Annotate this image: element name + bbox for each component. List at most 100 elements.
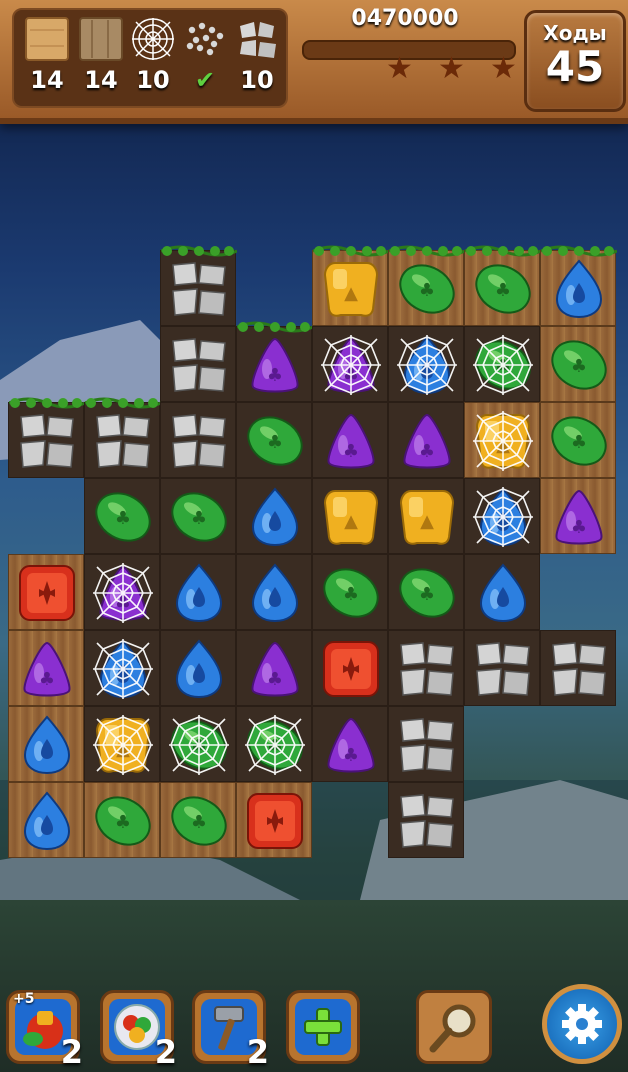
board-cell[interactable]: ▲ — [312, 245, 389, 326]
board-cell[interactable]: ♣ — [160, 706, 236, 782]
svg-text:♣: ♣ — [571, 356, 587, 377]
svg-text:▲: ▲ — [344, 283, 358, 304]
board-cell[interactable] — [84, 397, 161, 478]
board-cell[interactable] — [464, 630, 540, 706]
green-gem-icon: ♣ — [171, 492, 227, 542]
board-cell[interactable]: ♣ — [312, 326, 388, 402]
yellow-gem-icon: ▲ — [399, 490, 455, 545]
svg-text:♣: ♣ — [343, 584, 359, 605]
board-cell[interactable]: ♣ — [84, 554, 160, 630]
blue-gem-icon — [175, 639, 223, 699]
board-cell[interactable]: ♣ — [540, 478, 616, 554]
purple-gem-icon: ♣ — [327, 717, 375, 773]
board-cell[interactable] — [160, 402, 236, 478]
hint-button[interactable] — [416, 990, 492, 1064]
board-cell[interactable] — [464, 554, 540, 630]
board-cell[interactable]: ♣ — [388, 402, 464, 478]
board-cell[interactable]: ♣ — [312, 706, 388, 782]
stone-icon — [20, 414, 74, 468]
purple-gem-icon: ♣ — [251, 337, 299, 393]
board-cell[interactable]: ♣ — [388, 245, 465, 326]
settings-button[interactable] — [542, 984, 622, 1064]
blue-gem-icon — [23, 715, 71, 775]
svg-text:♣: ♣ — [571, 432, 587, 453]
svg-text:♣: ♣ — [495, 280, 511, 301]
booster-color-ball[interactable]: 2 — [100, 990, 177, 1071]
board-cell[interactable] — [236, 554, 312, 630]
board-cell[interactable]: ▲ — [84, 706, 160, 782]
board-cell[interactable] — [160, 630, 236, 706]
board-cell[interactable] — [8, 706, 84, 782]
stone-icon — [172, 338, 226, 392]
board-cell[interactable]: ♣ — [464, 245, 541, 326]
board-cell[interactable]: ♣ — [160, 478, 236, 554]
blue-gem-icon — [23, 791, 71, 851]
board-cell[interactable] — [236, 478, 312, 554]
board-cell[interactable] — [8, 782, 84, 858]
board-cell[interactable] — [388, 782, 464, 858]
board-cell[interactable] — [388, 630, 464, 706]
svg-text:♣: ♣ — [191, 508, 207, 529]
stone-icon — [172, 262, 226, 316]
purple-gem-icon: ♣ — [555, 489, 603, 545]
board-cell[interactable] — [160, 245, 237, 326]
board-cell[interactable] — [312, 630, 388, 706]
board-cell[interactable] — [388, 706, 464, 782]
green-gem-icon: ♣ — [247, 416, 303, 466]
booster-count: 2 — [246, 1033, 269, 1071]
purple-gem-icon: ♣ — [251, 641, 299, 697]
purple-gem-icon: ♣ — [23, 641, 71, 697]
board-cell[interactable] — [540, 630, 616, 706]
board-cell[interactable]: ▲ — [312, 478, 388, 554]
board-cell[interactable]: ▲ — [464, 402, 540, 478]
svg-text:▲: ▲ — [420, 511, 434, 532]
board-cell[interactable] — [8, 397, 85, 478]
svg-text:♣: ♣ — [267, 432, 283, 453]
yellow-gem-icon: ▲ — [323, 262, 379, 317]
board-cell[interactable]: ♣ — [8, 630, 84, 706]
stone-icon — [172, 414, 226, 468]
board-cell[interactable]: ▲ — [388, 478, 464, 554]
vine-icon — [237, 321, 313, 333]
board-cell[interactable]: ♣ — [312, 554, 388, 630]
green-gem-icon: ♣ — [551, 416, 607, 466]
green-gem-icon: ♣ — [323, 568, 379, 618]
board-cell[interactable]: ♣ — [84, 478, 160, 554]
svg-text:♣: ♣ — [419, 441, 435, 462]
board-cell[interactable] — [160, 554, 236, 630]
blue-gem-icon — [251, 563, 299, 623]
game-board: ▲ ♣ ♣ ♣ ♣ ♣ ♣ ♣ ♣ ♣ ▲ ♣ ♣ ♣ ▲ ▲ ♣ ♣ ♣ ♣ ♣ ♣ ▲ ♣ ♣ ♣ ♣ ♣ — [0, 0, 628, 1072]
board-cell[interactable]: ♣ — [236, 630, 312, 706]
board-cell[interactable]: ♣ — [236, 321, 313, 402]
board-cell[interactable]: ♣ — [540, 326, 616, 402]
purple-gem-icon: ♣ — [403, 413, 451, 469]
svg-text:♣: ♣ — [191, 812, 207, 833]
board-cell[interactable]: ♣ — [84, 782, 160, 858]
vine-icon — [85, 397, 161, 409]
board-cell[interactable]: ♣ — [236, 402, 312, 478]
board-cell[interactable] — [84, 630, 160, 706]
booster-plus[interactable] — [286, 990, 360, 1064]
spider-web-yellow-icon: ▲ — [93, 715, 153, 775]
purple-gem-icon: ♣ — [327, 413, 375, 469]
board-cell[interactable]: ♣ — [540, 402, 616, 478]
board-cell[interactable] — [464, 478, 540, 554]
board-cell[interactable] — [160, 326, 236, 402]
spider-web-yellow-icon: ▲ — [473, 411, 533, 471]
board-cell[interactable]: ♣ — [312, 402, 388, 478]
board-cell[interactable] — [388, 326, 464, 402]
stone-icon — [552, 642, 606, 696]
blue-gem-icon — [251, 487, 299, 547]
board-cell[interactable] — [236, 782, 312, 858]
gear-icon — [562, 1004, 602, 1044]
board-cell[interactable] — [540, 245, 617, 326]
green-gem-icon: ♣ — [551, 340, 607, 390]
booster-bomb-booster[interactable]: +5 2 — [6, 990, 83, 1071]
board-cell[interactable]: ♣ — [388, 554, 464, 630]
stone-icon — [400, 642, 454, 696]
board-cell[interactable]: ♣ — [160, 782, 236, 858]
board-cell[interactable] — [8, 554, 84, 630]
board-cell[interactable]: ♣ — [236, 706, 312, 782]
booster-hammer[interactable]: 2 — [192, 990, 269, 1071]
board-cell[interactable]: ♣ — [464, 326, 540, 402]
